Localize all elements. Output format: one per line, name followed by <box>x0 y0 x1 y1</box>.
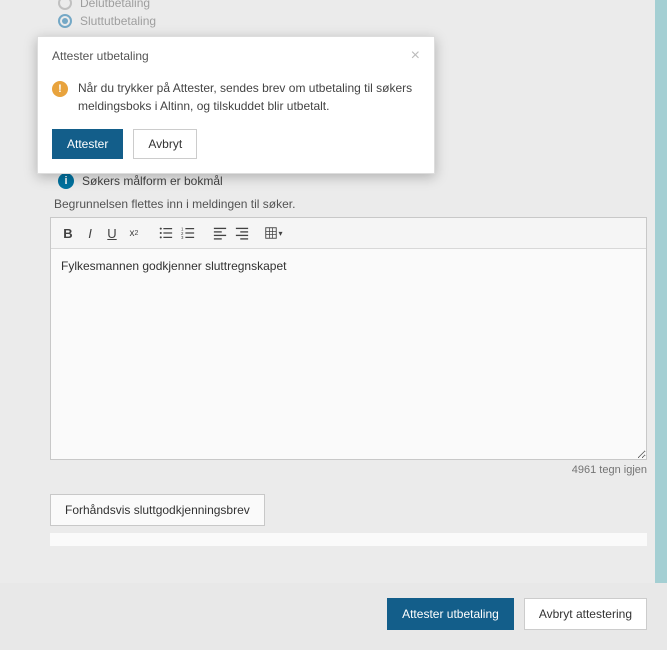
bold-button[interactable]: B <box>57 222 79 244</box>
language-info: i Søkers målform er bokmål <box>58 173 647 189</box>
radio-partial-payment[interactable]: Delutbetaling <box>58 0 647 10</box>
table-button[interactable] <box>263 222 285 244</box>
italic-button[interactable]: I <box>79 222 101 244</box>
close-icon[interactable]: × <box>411 47 420 65</box>
rich-text-editor: B I U x2 123 <box>50 217 647 460</box>
card-divider <box>50 532 647 546</box>
underline-button[interactable]: U <box>101 222 123 244</box>
help-text: Begrunnelsen flettes inn i meldingen til… <box>54 197 647 211</box>
modal-confirm-button[interactable]: Attester <box>52 129 123 159</box>
svg-text:3: 3 <box>181 235 184 240</box>
payment-type-radio-group: Delutbetaling Sluttutbetaling <box>58 0 647 28</box>
radio-label: Sluttutbetaling <box>80 14 156 28</box>
superscript-button[interactable]: x2 <box>123 222 145 244</box>
radio-icon <box>58 14 72 28</box>
info-icon: i <box>58 173 74 189</box>
cancel-attestation-button[interactable]: Avbryt attestering <box>524 598 647 630</box>
char-count: 4961 tegn igjen <box>50 464 647 476</box>
language-info-text: Søkers målform er bokmål <box>82 174 223 188</box>
numbered-list-button[interactable]: 123 <box>177 222 199 244</box>
editor-toolbar: B I U x2 123 <box>51 218 646 249</box>
align-right-button[interactable] <box>231 222 253 244</box>
modal-title: Attester utbetaling <box>52 49 149 63</box>
radio-label: Delutbetaling <box>80 0 150 10</box>
radio-icon <box>58 0 72 10</box>
preview-letter-button[interactable]: Forhåndsvis sluttgodkjenningsbrev <box>50 494 265 526</box>
bullet-list-button[interactable] <box>155 222 177 244</box>
attest-payment-button[interactable]: Attester utbetaling <box>387 598 514 630</box>
actions-row: Attester utbetaling Avbryt attestering <box>50 586 647 630</box>
warning-icon: ! <box>52 81 68 97</box>
modal-body-text: Når du trykker på Attester, sendes brev … <box>78 79 420 115</box>
radio-final-payment[interactable]: Sluttutbetaling <box>58 14 647 28</box>
editor-textarea[interactable]: Fylkesmannen godkjenner sluttregnskapet <box>51 249 646 459</box>
attest-modal: Attester utbetaling × ! Når du trykker p… <box>37 36 435 174</box>
align-left-button[interactable] <box>209 222 231 244</box>
modal-cancel-button[interactable]: Avbryt <box>133 129 197 159</box>
